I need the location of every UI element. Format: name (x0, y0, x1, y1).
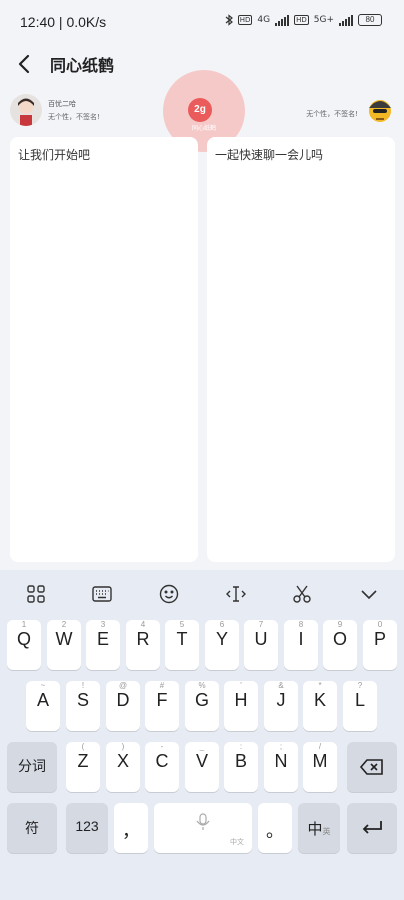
key-i[interactable]: 8I (284, 620, 318, 670)
backspace-icon (359, 759, 383, 775)
right-user-signature: 无个性，不签名! (306, 110, 358, 118)
right-message-panel[interactable]: 一起快速聊一会儿吗 (207, 137, 395, 562)
scissors-icon (293, 585, 311, 603)
key-v[interactable]: _ V (185, 742, 219, 792)
numbers-key[interactable]: 123 (66, 803, 108, 853)
left-avatar[interactable] (10, 94, 42, 126)
comma-key[interactable]: ， (114, 803, 148, 853)
left-user-info: 百忧二哈 无个性，不签名! (48, 99, 100, 122)
key-s[interactable]: ! S (66, 681, 100, 731)
key-y[interactable]: 6Y (205, 620, 239, 670)
key-p[interactable]: 0P (363, 620, 397, 670)
keyboard-icon (92, 586, 112, 602)
symbols-key[interactable]: 符 (7, 803, 57, 853)
split-words-key[interactable]: 分词 (7, 742, 57, 792)
hd-icon: HD (237, 15, 253, 25)
badge-subtitle: 同心纸鹤 (191, 125, 216, 132)
key-b[interactable]: :B (224, 742, 258, 792)
emoji-button[interactable] (157, 582, 181, 606)
key-o[interactable]: 9O (323, 620, 357, 670)
status-bar: 12:40 | 0.0K/s HD 4G HD 5G+ 80 (0, 0, 404, 44)
signal-icon-2 (339, 14, 353, 26)
enter-key[interactable] (347, 803, 397, 853)
key-d[interactable]: @ D (106, 681, 140, 731)
microphone-icon (196, 813, 210, 830)
key-g[interactable]: % G (185, 681, 219, 731)
key-c[interactable]: -C (145, 742, 179, 792)
key-j[interactable]: & J (264, 681, 298, 731)
network-5g-label: 5G+ (313, 15, 334, 25)
page-title: 同心纸鹤 (50, 56, 115, 75)
network-4g-label: 4G (257, 15, 271, 25)
key-w[interactable]: 2W (47, 620, 81, 670)
cut-button[interactable] (290, 582, 314, 606)
chevron-down-icon (361, 590, 377, 600)
language-switch-key[interactable]: 中英 (298, 803, 340, 853)
key-n[interactable]: ; N (264, 742, 298, 792)
left-user-name: 百忧二哈 (48, 99, 76, 108)
space-key[interactable]: 中文 (154, 803, 252, 853)
back-button[interactable] (14, 50, 36, 78)
signal-icon (275, 14, 290, 26)
key-e[interactable]: 3E (86, 620, 120, 670)
text-cursor-icon (226, 586, 246, 602)
cursor-button[interactable] (224, 582, 248, 606)
key-k[interactable]: * K (303, 681, 337, 731)
right-user[interactable]: 无个性，不签名! (306, 94, 396, 126)
key-a[interactable]: ~ A (26, 681, 60, 731)
key-h[interactable]: ' H (224, 681, 258, 731)
keyboard-switch-button[interactable] (90, 582, 114, 606)
key-u[interactable]: 7U (244, 620, 278, 670)
grid-menu-button[interactable] (24, 582, 48, 606)
badge-logo: 2g (188, 98, 212, 122)
left-message-text: 让我们开始吧 (18, 148, 91, 162)
avatar-girl-icon (10, 94, 42, 126)
avatar-character-icon (364, 94, 396, 126)
emoji-icon (159, 584, 179, 604)
key-x[interactable]: ) X (106, 742, 140, 792)
grid-icon (27, 585, 45, 603)
right-avatar[interactable] (364, 94, 396, 126)
keyboard-toolbar (0, 570, 404, 616)
key-m[interactable]: / M (303, 742, 337, 792)
key-f[interactable]: # F (145, 681, 179, 731)
status-icons: HD 4G HD 5G+ 80 (225, 14, 382, 26)
right-message-text: 一起快速聊一会儿吗 (215, 148, 324, 162)
left-user[interactable]: 百忧二哈 无个性，不签名! (10, 94, 100, 126)
key-r[interactable]: 4R (126, 620, 160, 670)
collapse-keyboard-button[interactable] (357, 582, 381, 606)
enter-icon (362, 821, 382, 834)
left-message-panel: 让我们开始吧 (10, 137, 198, 562)
key-z[interactable]: (Z (66, 742, 100, 792)
back-arrow-icon (18, 54, 30, 74)
key-t[interactable]: 5T (165, 620, 199, 670)
keyboard: 1Q 2W 3E 4R 5T 6Y 7U 8I 9O 0P ~ A ! S @ D #… (0, 570, 404, 900)
left-user-signature: 无个性，不签名! (48, 112, 100, 121)
bluetooth-icon (225, 14, 233, 26)
key-q[interactable]: 1Q (7, 620, 41, 670)
backspace-key[interactable] (347, 742, 397, 792)
space-hint: 中文 (230, 839, 244, 846)
battery-icon: 80 (358, 14, 382, 26)
status-time: 12:40 | 0.0K/s (20, 14, 107, 30)
key-l[interactable]: ? L (343, 681, 377, 731)
hd-icon-2: HD (294, 15, 309, 25)
period-key[interactable]: 。 (258, 803, 292, 853)
